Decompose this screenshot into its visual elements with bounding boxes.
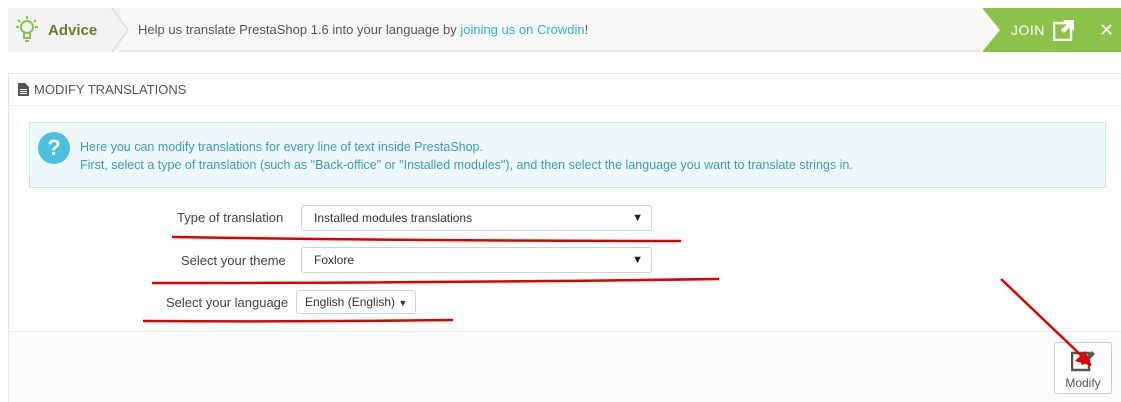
panel-title: MODIFY TRANSLATIONS [34, 82, 187, 97]
advice-message-end: ! [584, 22, 589, 37]
language-dropdown[interactable]: English (English) ▼ [296, 290, 417, 314]
advice-title: Advice [48, 21, 98, 39]
join-button[interactable]: JOIN ✕ [982, 8, 1121, 52]
language-label: Select your language [166, 295, 289, 310]
advice-bar: Advice Help us translate PrestaShop 1.6 … [8, 8, 1121, 52]
advice-label: Advice [8, 8, 120, 52]
type-of-translation-value: Installed modules translations [314, 211, 473, 225]
type-of-translation-select[interactable]: Installed modules translations ▼ [301, 205, 652, 231]
modify-label: Modify [1065, 376, 1101, 390]
caret-down-icon: ▼ [632, 254, 643, 266]
file-icon [18, 83, 29, 96]
crowdin-link[interactable]: joining us on Crowdin [460, 22, 584, 37]
edit-icon [1071, 351, 1095, 372]
join-arrow-shape [982, 8, 1000, 52]
close-icon[interactable]: ✕ [1099, 19, 1114, 41]
info-alert: ? Here you can modify translations for e… [29, 122, 1106, 188]
translations-panel: MODIFY TRANSLATIONS ? Here you can modif… [8, 73, 1121, 402]
caret-down-icon: ▼ [632, 212, 643, 224]
info-text-line1: Here you can modify translations for eve… [80, 140, 483, 154]
panel-footer [9, 331, 1121, 402]
external-link-icon [1053, 20, 1074, 41]
join-label: JOIN [1011, 22, 1045, 38]
theme-value: Foxlore [314, 253, 355, 267]
lightbulb-icon [16, 16, 38, 42]
theme-select[interactable]: Foxlore ▼ [301, 247, 652, 273]
chevron-separator [108, 8, 129, 52]
info-text-line2: First, select a type of translation (suc… [80, 158, 853, 172]
advice-message: Help us translate PrestaShop 1.6 into yo… [138, 22, 588, 37]
advice-message-text: Help us translate PrestaShop 1.6 into yo… [138, 22, 461, 37]
question-circle-icon: ? [38, 132, 70, 164]
caret-down-icon: ▼ [398, 298, 408, 308]
panel-header: MODIFY TRANSLATIONS [9, 74, 1121, 106]
modify-button[interactable]: Modify [1054, 342, 1112, 394]
type-of-translation-label: Type of translation [177, 210, 284, 225]
theme-label: Select your theme [181, 253, 286, 268]
language-value: English (English) [305, 295, 396, 309]
